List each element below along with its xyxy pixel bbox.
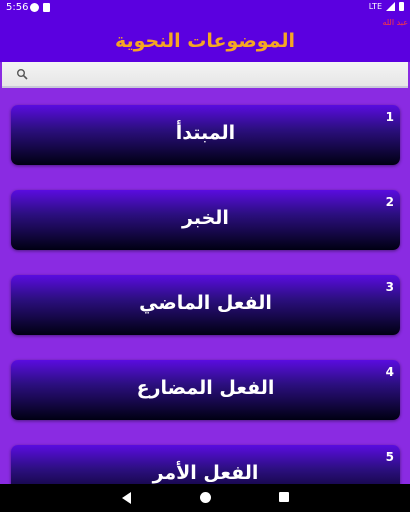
system-nav-bar — [0, 484, 410, 512]
topic-card[interactable]: 1 المبتدأ — [11, 105, 400, 165]
topic-title: الفعل الأمر — [152, 462, 259, 484]
page-title: الموضوعات النحوية — [114, 30, 296, 52]
search-input[interactable] — [34, 64, 398, 84]
back-triangle-icon[interactable] — [122, 492, 131, 504]
topic-title: الفعل المضارع — [136, 377, 275, 399]
app-notification-icon — [30, 3, 39, 12]
home-circle-icon[interactable] — [200, 492, 211, 503]
topics-list[interactable]: 1 المبتدأ 2 الخبر 3 الفعل الماضي 4 الفعل… — [0, 90, 410, 484]
topic-title: الفعل الماضي — [139, 292, 272, 314]
network-type: LTE — [368, 2, 382, 11]
recents-square-icon[interactable] — [279, 492, 289, 502]
topic-card[interactable]: 3 الفعل الماضي — [11, 275, 400, 335]
topic-title: المبتدأ — [175, 122, 236, 144]
search-bar[interactable] — [2, 62, 408, 88]
topic-title: الخبر — [182, 207, 229, 229]
topic-card[interactable]: 5 الفعل الأمر — [11, 445, 400, 484]
sd-card-icon — [43, 3, 50, 12]
notification-icons — [30, 3, 50, 12]
status-bar: 5:56 LTE — [0, 0, 410, 16]
topic-card[interactable]: 4 الفعل المضارع — [11, 360, 400, 420]
author-label: عبد الله — [382, 18, 408, 27]
topic-card[interactable]: 2 الخبر — [11, 190, 400, 250]
battery-icon — [399, 2, 404, 11]
status-right: LTE — [369, 2, 404, 11]
signal-icon — [386, 2, 395, 11]
status-time: 5:56 — [6, 2, 29, 13]
search-icon[interactable] — [16, 68, 28, 80]
app-bar: عبد الله الموضوعات النحوية — [0, 16, 410, 62]
